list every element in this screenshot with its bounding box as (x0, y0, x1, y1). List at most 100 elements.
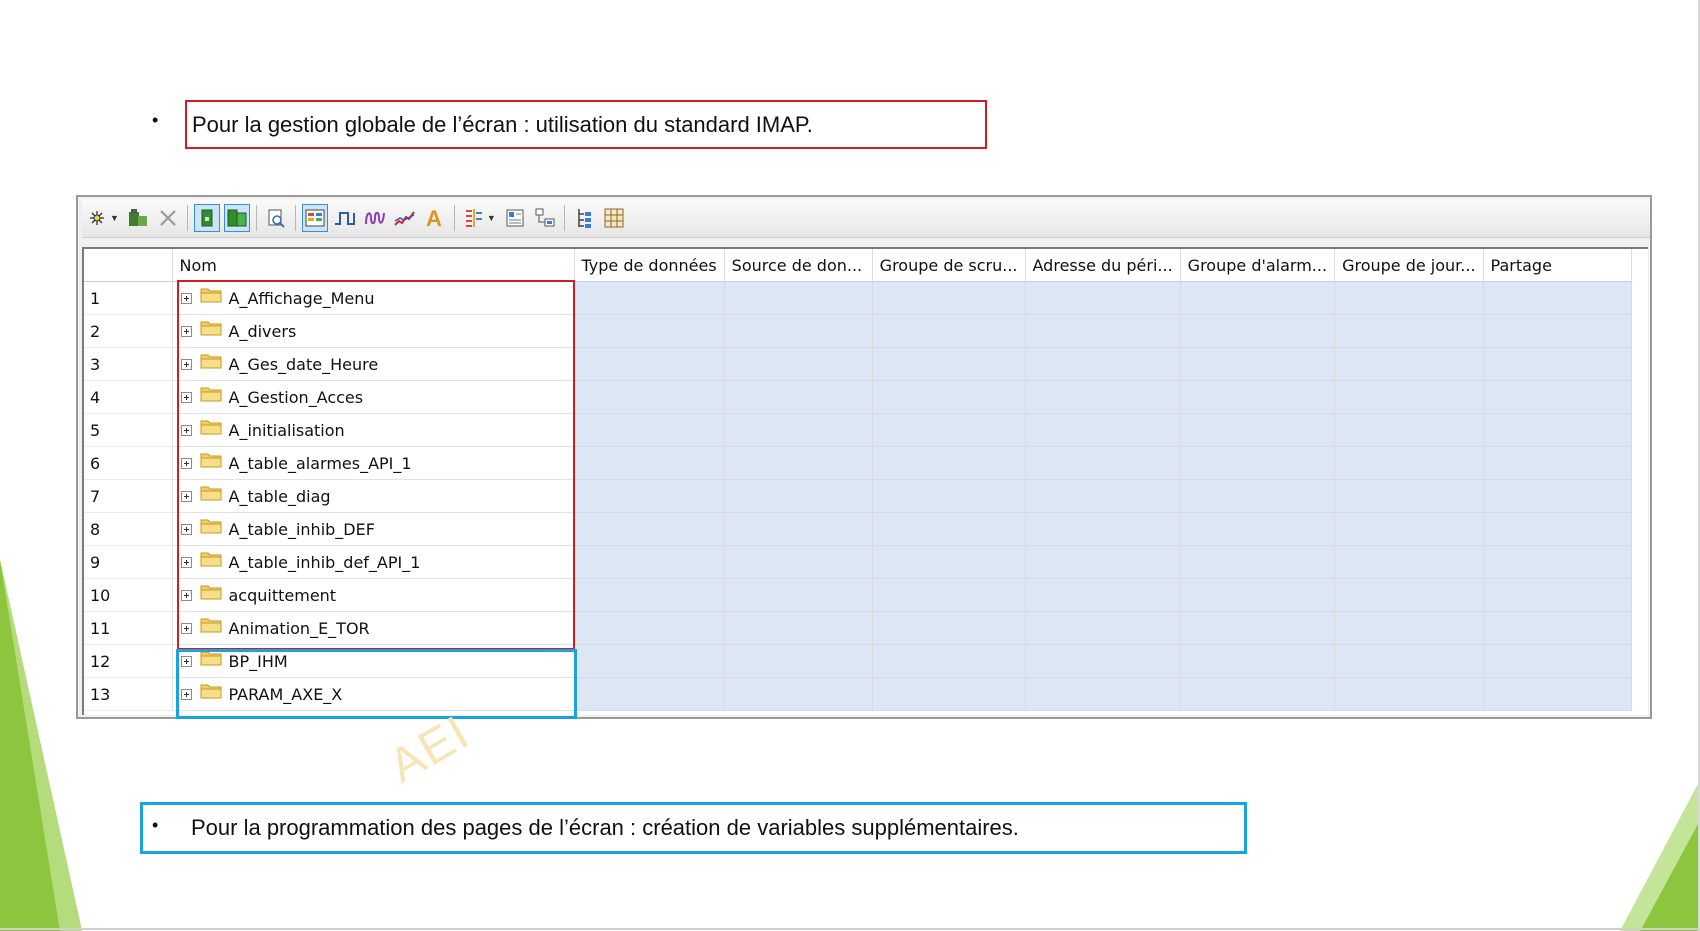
variable-cell[interactable] (1334, 545, 1484, 579)
variable-name-cell[interactable]: A_Affichage_Menu (172, 281, 575, 315)
variable-cell[interactable] (1334, 512, 1484, 546)
variable-cell[interactable] (574, 578, 725, 612)
variable-cell[interactable] (872, 281, 1026, 315)
expand-icon[interactable] (180, 391, 192, 403)
expand-icon[interactable] (180, 688, 192, 700)
variable-cell[interactable] (1180, 281, 1336, 315)
variable-cell[interactable] (724, 578, 873, 612)
variable-name-cell[interactable]: A_Ges_date_Heure (172, 347, 575, 381)
variable-cell[interactable] (1483, 446, 1632, 480)
column-header-scan-group[interactable]: Groupe de scru... (872, 249, 1026, 282)
variable-cell[interactable] (1025, 512, 1181, 546)
variable-cell[interactable] (1180, 314, 1336, 348)
variable-cell[interactable] (1180, 512, 1336, 546)
variable-name-cell[interactable]: A_table_diag (172, 479, 575, 513)
digital-signal-icon[interactable] (332, 204, 358, 232)
variable-cell[interactable] (1025, 479, 1181, 513)
variable-cell[interactable] (872, 479, 1026, 513)
variable-cell[interactable] (1334, 281, 1484, 315)
expand-icon[interactable] (180, 523, 192, 535)
variable-cell[interactable] (872, 545, 1026, 579)
variable-cell[interactable] (574, 611, 725, 645)
variable-cell[interactable] (1025, 281, 1181, 315)
table-row[interactable]: 1 A_Affichage_Menu (84, 281, 1632, 315)
variable-cell[interactable] (574, 281, 725, 315)
column-header-nom[interactable]: Nom (172, 249, 575, 282)
variable-cell[interactable] (724, 413, 873, 447)
variable-name-cell[interactable]: A_Gestion_Acces (172, 380, 575, 414)
table-row[interactable]: 6 A_table_alarmes_API_1 (84, 446, 1632, 480)
table-row[interactable]: 10 acquittement (84, 578, 1632, 612)
view-green-multi-icon[interactable] (223, 204, 250, 232)
variable-cell[interactable] (1483, 347, 1632, 381)
expand-icon[interactable] (180, 556, 192, 568)
variable-cell[interactable] (1025, 446, 1181, 480)
table-row[interactable]: 3 A_Ges_date_Heure (84, 347, 1632, 381)
expand-icon[interactable] (180, 424, 192, 436)
dropdown-arrow-icon[interactable]: ▼ (110, 213, 119, 223)
properties-icon[interactable] (502, 204, 528, 232)
table-row[interactable]: 11 Animation_E_TOR (84, 611, 1632, 645)
variable-cell[interactable] (1025, 644, 1181, 678)
variable-cell[interactable] (1334, 611, 1484, 645)
variable-cell[interactable] (1180, 611, 1336, 645)
variable-name-cell[interactable]: A_table_inhib_DEF (172, 512, 575, 546)
variable-cell[interactable] (1025, 578, 1181, 612)
trend-icon[interactable] (392, 204, 418, 232)
variable-cell[interactable] (574, 479, 725, 513)
variable-cell[interactable] (1483, 380, 1632, 414)
table-row[interactable]: 13 PARAM_AXE_X (84, 677, 1632, 711)
expand-icon[interactable] (180, 457, 192, 469)
variable-cell[interactable] (574, 380, 725, 414)
variable-cell[interactable] (574, 347, 725, 381)
expand-icon[interactable] (180, 325, 192, 337)
variable-cell[interactable] (1334, 644, 1484, 678)
variable-cell[interactable] (872, 380, 1026, 414)
variable-cell[interactable] (1025, 347, 1181, 381)
table-row[interactable]: 8 A_table_inhib_DEF (84, 512, 1632, 546)
variable-cell[interactable] (1483, 611, 1632, 645)
expand-icon[interactable] (180, 292, 192, 304)
dropdown-arrow-icon[interactable]: ▼ (487, 213, 496, 223)
variable-cell[interactable] (724, 281, 873, 315)
new-variable-icon[interactable] (84, 204, 110, 232)
variable-cell[interactable] (1334, 314, 1484, 348)
variable-cell[interactable] (1483, 545, 1632, 579)
variable-cell[interactable] (872, 446, 1026, 480)
variable-name-cell[interactable]: Animation_E_TOR (172, 611, 575, 645)
variable-cell[interactable] (1334, 479, 1484, 513)
variable-cell[interactable] (1483, 479, 1632, 513)
column-header-device-address[interactable]: Adresse du péri... (1025, 249, 1181, 282)
column-header-log-group[interactable]: Groupe de jour... (1334, 249, 1484, 282)
variable-cell[interactable] (872, 314, 1026, 348)
expand-icon[interactable] (180, 589, 192, 601)
variable-cell[interactable] (1483, 281, 1632, 315)
variable-cell[interactable] (1483, 677, 1632, 711)
delete-icon[interactable] (155, 204, 181, 232)
variable-cell[interactable] (1334, 347, 1484, 381)
variable-cell[interactable] (724, 677, 873, 711)
variable-cell[interactable] (574, 413, 725, 447)
variable-cell[interactable] (1334, 578, 1484, 612)
tree-columns-icon[interactable] (461, 204, 487, 232)
preview-icon[interactable] (263, 204, 289, 232)
variable-cell[interactable] (1180, 677, 1336, 711)
variable-cell[interactable] (1334, 413, 1484, 447)
table-row[interactable]: 2 A_divers (84, 314, 1632, 348)
variable-cell[interactable] (724, 446, 873, 480)
variable-cell[interactable] (1180, 446, 1336, 480)
variable-name-cell[interactable]: A_divers (172, 314, 575, 348)
variable-cell[interactable] (872, 413, 1026, 447)
column-header-partage[interactable]: Partage (1483, 249, 1632, 282)
expand-icon[interactable] (180, 655, 192, 667)
variable-cell[interactable] (724, 380, 873, 414)
variable-cell[interactable] (724, 644, 873, 678)
variable-cell[interactable] (1025, 677, 1181, 711)
variable-name-cell[interactable]: A_initialisation (172, 413, 575, 447)
variable-cell[interactable] (1180, 347, 1336, 381)
table-row[interactable]: 12 BP_IHM (84, 644, 1632, 678)
column-header-index[interactable] (84, 249, 173, 282)
column-header-alarm-group[interactable]: Groupe d'alarm... (1180, 249, 1336, 282)
variable-cell[interactable] (1483, 413, 1632, 447)
variable-cell[interactable] (574, 446, 725, 480)
